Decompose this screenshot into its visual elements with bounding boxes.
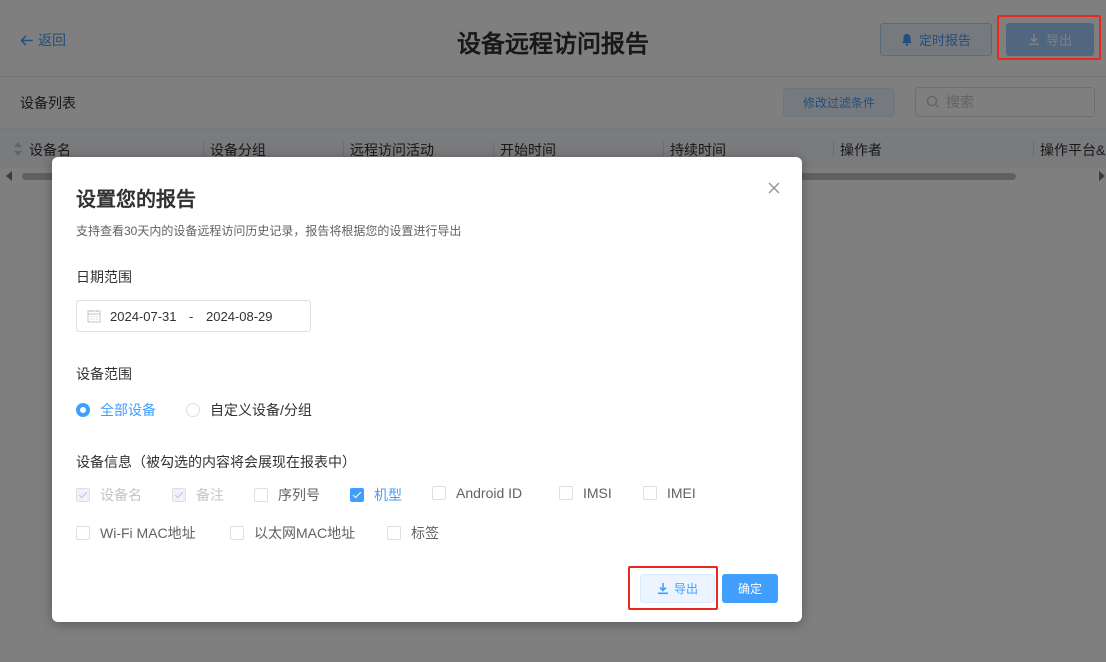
checkbox-label: 序列号 (278, 487, 320, 503)
close-icon[interactable] (766, 180, 782, 196)
checkbox-label: 以太网MAC地址 (254, 525, 356, 541)
checkbox-label: 设备名 (100, 487, 142, 503)
date-separator: - (189, 309, 194, 324)
checkbox-label: 标签 (411, 525, 439, 541)
checkbox-imei[interactable]: IMEI (643, 485, 696, 501)
radio-dot-selected (76, 403, 90, 417)
checkbox-imsi[interactable]: IMSI (559, 485, 612, 501)
checkbox-box (350, 488, 364, 502)
checkbox-box (230, 526, 244, 540)
checkbox-device-name[interactable]: 设备名 (76, 485, 142, 505)
dialog-title: 设置您的报告 (76, 189, 196, 211)
checkbox-box (172, 488, 186, 502)
checkbox-label: 机型 (374, 487, 402, 503)
checkbox-remark[interactable]: 备注 (172, 485, 224, 505)
device-info-label: 设备信息（被勾选的内容将会展现在报表中） (76, 454, 356, 470)
radio-all-devices[interactable]: 全部设备 (76, 400, 156, 420)
checkbox-box (559, 486, 573, 500)
calendar-icon (87, 310, 101, 323)
date-range-label: 日期范围 (76, 269, 132, 285)
date-start-input[interactable]: 2024-07-31 (110, 309, 177, 324)
checkbox-label: 备注 (196, 487, 224, 503)
checkbox-serial-number[interactable]: 序列号 (254, 485, 320, 505)
radio-custom-devices[interactable]: 自定义设备/分组 (186, 400, 312, 420)
radio-label: 自定义设备/分组 (210, 402, 312, 418)
download-icon (657, 583, 668, 595)
checkbox-label: Wi-Fi MAC地址 (100, 525, 196, 541)
checkbox-box (643, 486, 657, 500)
checkbox-wifi-mac[interactable]: Wi-Fi MAC地址 (76, 523, 196, 543)
confirm-button[interactable]: 确定 (722, 574, 778, 603)
checkbox-label: Android ID (456, 485, 523, 501)
checkbox-model[interactable]: 机型 (350, 485, 402, 505)
checkbox-box (76, 488, 90, 502)
checkbox-tags[interactable]: 标签 (387, 523, 439, 543)
checkbox-label: IMEI (667, 485, 696, 501)
date-end-input[interactable]: 2024-08-29 (206, 309, 273, 324)
dialog-export-button[interactable]: 导出 (640, 574, 715, 603)
radio-label: 全部设备 (100, 402, 156, 418)
checkbox-box (254, 488, 268, 502)
checkbox-box (432, 486, 446, 500)
dialog-description: 支持查看30天内的设备远程访问历史记录，报告将根据您的设置进行导出 (76, 224, 462, 238)
report-settings-dialog: 设置您的报告 支持查看30天内的设备远程访问历史记录，报告将根据您的设置进行导出… (52, 157, 802, 622)
checkbox-box (76, 526, 90, 540)
checkbox-ethernet-mac[interactable]: 以太网MAC地址 (230, 523, 355, 543)
radio-dot (186, 403, 200, 417)
dialog-export-label: 导出 (673, 582, 698, 596)
device-scope-label: 设备范围 (76, 366, 132, 382)
checkbox-android-id[interactable]: Android ID (432, 485, 522, 501)
checkbox-label: IMSI (583, 485, 612, 501)
checkbox-box (387, 526, 401, 540)
date-range-picker[interactable]: 2024-07-31 - 2024-08-29 (76, 300, 311, 332)
